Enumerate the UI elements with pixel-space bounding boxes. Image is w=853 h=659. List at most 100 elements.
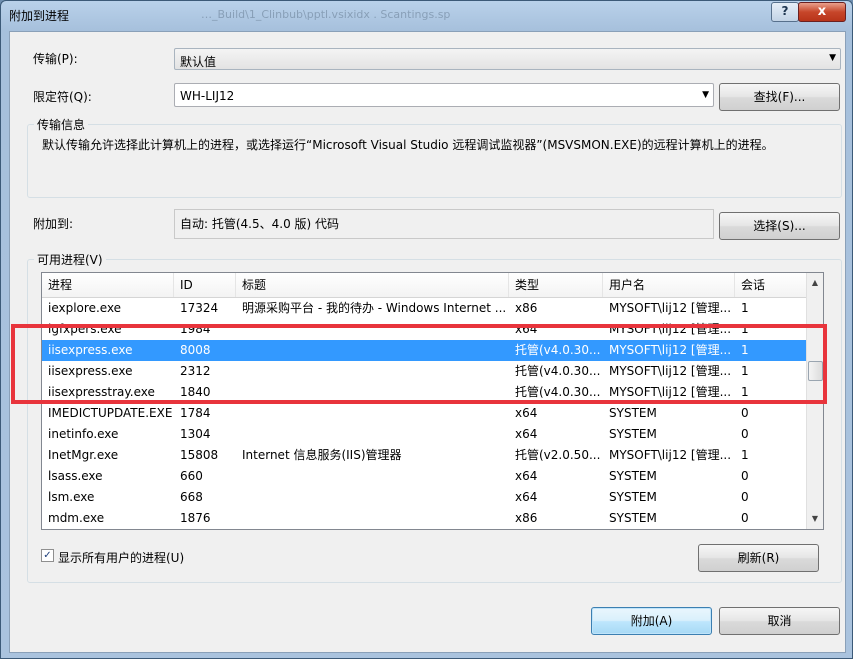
- column-header-username[interactable]: 用户名: [603, 273, 735, 297]
- qualifier-input[interactable]: WH-LIJ12 ▼: [174, 83, 714, 107]
- process-type-cell: 托管(v4.0.30...: [515, 385, 601, 399]
- transport-select[interactable]: 默认值 ▼: [174, 48, 841, 70]
- process-type-cell: 托管(v4.0.30...: [515, 343, 601, 357]
- process-session-cell: 0: [741, 427, 749, 441]
- process-id-cell: 8008: [180, 343, 211, 357]
- process-id-cell: 1876: [180, 511, 211, 525]
- close-button[interactable]: x: [798, 2, 846, 22]
- column-header-type[interactable]: 类型: [509, 273, 603, 297]
- cancel-button[interactable]: 取消: [719, 607, 840, 635]
- process-title-cell: [236, 340, 509, 361]
- table-row[interactable]: lsm.exe 668 x64 SYSTEM 0: [42, 487, 812, 508]
- scroll-thumb[interactable]: [808, 361, 823, 381]
- process-name-cell: igfxpers.exe: [48, 322, 122, 336]
- process-title-cell: [236, 508, 509, 529]
- process-session-cell: 1: [741, 343, 749, 357]
- attach-to-field: 自动: 托管(4.5、4.0 版) 代码: [174, 209, 714, 239]
- process-session-cell: 1: [741, 322, 749, 336]
- qualifier-value: WH-LIJ12: [180, 89, 235, 103]
- process-type-cell: x64: [515, 490, 538, 504]
- transport-info-text: 默认传输允许选择此计算机上的进程，或选择运行“Microsoft Visual …: [42, 138, 774, 152]
- process-title-cell: [236, 319, 509, 340]
- process-user-cell: SYSTEM: [609, 511, 657, 525]
- select-code-type-button[interactable]: 选择(S)...: [719, 212, 840, 240]
- table-row[interactable]: iexplore.exe 17324 明源采购平台 - 我的待办 - Windows…: [42, 298, 812, 319]
- process-user-cell: MYSOFT\lij12 [管理...: [609, 301, 732, 315]
- process-session-cell: 1: [741, 364, 749, 378]
- table-row[interactable]: InetMgr.exe 15808 Internet 信息服务(IIS)管理器 托管(…: [42, 445, 812, 466]
- transport-label: 传输(P):: [33, 52, 78, 66]
- process-user-cell: MYSOFT\lij12 [管理...: [609, 364, 732, 378]
- table-row[interactable]: iisexpress.exe 2312 托管(v4.0.30... MYSOFT\li…: [42, 361, 812, 382]
- process-list-scrollbar[interactable]: ▲ ▼: [806, 273, 823, 529]
- process-name-cell: mdm.exe: [48, 511, 105, 525]
- process-title-cell: [236, 361, 509, 382]
- process-id-cell: 1304: [180, 427, 211, 441]
- qualifier-label: 限定符(Q):: [33, 90, 92, 104]
- table-row[interactable]: igfxpers.exe 1984 x64 MYSOFT\lij12 [管理... 1: [42, 319, 812, 340]
- process-id-cell: 1840: [180, 385, 211, 399]
- show-all-users-label[interactable]: 显示所有用户的进程(U): [58, 549, 184, 566]
- process-title-cell: [236, 382, 509, 403]
- column-header-id[interactable]: ID: [174, 273, 236, 297]
- process-name-cell: iisexpresstray.exe: [48, 385, 155, 399]
- process-title-cell: [236, 466, 509, 487]
- column-header-process[interactable]: 进程: [42, 273, 174, 297]
- table-row[interactable]: iisexpresstray.exe 1840 托管(v4.0.30... MYSOF…: [42, 382, 812, 403]
- process-session-cell: 1: [741, 448, 749, 462]
- transport-info-caption: 传输信息: [34, 116, 89, 133]
- table-row[interactable]: IMEDICTUPDATE.EXE 1784 x64 SYSTEM 0: [42, 403, 812, 424]
- process-id-cell: 17324: [180, 301, 219, 315]
- window-title: 附加到进程: [9, 9, 70, 23]
- process-session-cell: 0: [741, 469, 749, 483]
- help-button[interactable]: ?: [771, 2, 799, 22]
- column-header-session[interactable]: 会话: [735, 273, 807, 297]
- scroll-up-icon[interactable]: ▲: [807, 275, 823, 291]
- process-id-cell: 2312: [180, 364, 211, 378]
- process-list-header: 进程 ID 标题 类型 用户名 会话: [42, 273, 812, 298]
- process-type-cell: x64: [515, 427, 538, 441]
- table-row[interactable]: inetinfo.exe 1304 x64 SYSTEM 0: [42, 424, 812, 445]
- table-row[interactable]: mdm.exe 1876 x86 SYSTEM 0: [42, 508, 812, 529]
- process-type-cell: x64: [515, 406, 538, 420]
- process-list[interactable]: 进程 ID 标题 类型 用户名 会话 iexplore.exe 17324 明源采购…: [41, 272, 824, 530]
- process-type-cell: x64: [515, 322, 538, 336]
- process-user-cell: MYSOFT\lij12 [管理...: [609, 448, 732, 462]
- process-title-cell: [236, 403, 509, 424]
- attach-button[interactable]: 附加(A): [591, 607, 712, 635]
- process-user-cell: MYSOFT\lij12 [管理...: [609, 343, 732, 357]
- table-row[interactable]: iisexpress.exe 8008 托管(v4.0.30... MYSOFT\li…: [42, 340, 812, 361]
- process-type-cell: x64: [515, 469, 538, 483]
- table-row[interactable]: lsass.exe 660 x64 SYSTEM 0: [42, 466, 812, 487]
- process-type-cell: 托管(v4.0.30...: [515, 364, 601, 378]
- refresh-button[interactable]: 刷新(R): [698, 544, 819, 572]
- background-window-title: …_Build\1_Clinbub\pptl.vsixidx . Scantin…: [201, 8, 451, 21]
- process-name-cell: lsm.exe: [48, 490, 95, 504]
- find-button[interactable]: 查找(F)...: [719, 83, 840, 111]
- show-all-users-checkbox[interactable]: ✓: [41, 549, 54, 562]
- process-title-cell: 明源采购平台 - 我的待办 - Windows Internet ...: [242, 301, 507, 315]
- process-id-cell: 660: [180, 469, 203, 483]
- process-title-cell: [236, 487, 509, 508]
- process-name-cell: InetMgr.exe: [48, 448, 119, 462]
- chevron-down-icon[interactable]: ▼: [702, 90, 709, 100]
- transport-value: 默认值: [180, 55, 217, 69]
- process-session-cell: 0: [741, 490, 749, 504]
- title-bar[interactable]: 附加到进程 …_Build\1_Clinbub\pptl.vsixidx . S…: [1, 1, 852, 29]
- process-name-cell: IMEDICTUPDATE.EXE: [48, 406, 173, 420]
- process-type-cell: x86: [515, 301, 538, 315]
- process-type-cell: 托管(v2.0.50...: [515, 448, 601, 462]
- process-user-cell: SYSTEM: [609, 427, 657, 441]
- process-user-cell: SYSTEM: [609, 406, 657, 420]
- scroll-down-icon[interactable]: ▼: [807, 511, 823, 527]
- process-name-cell: iisexpress.exe: [48, 343, 133, 357]
- process-id-cell: 1984: [180, 322, 211, 336]
- process-name-cell: lsass.exe: [48, 469, 103, 483]
- process-session-cell: 0: [741, 406, 749, 420]
- process-name-cell: iisexpress.exe: [48, 364, 133, 378]
- process-title-cell: [236, 424, 509, 445]
- process-session-cell: 0: [741, 511, 749, 525]
- attach-to-process-dialog: 附加到进程 …_Build\1_Clinbub\pptl.vsixidx . S…: [0, 0, 853, 659]
- process-name-cell: inetinfo.exe: [48, 427, 119, 441]
- column-header-title[interactable]: 标题: [236, 273, 509, 297]
